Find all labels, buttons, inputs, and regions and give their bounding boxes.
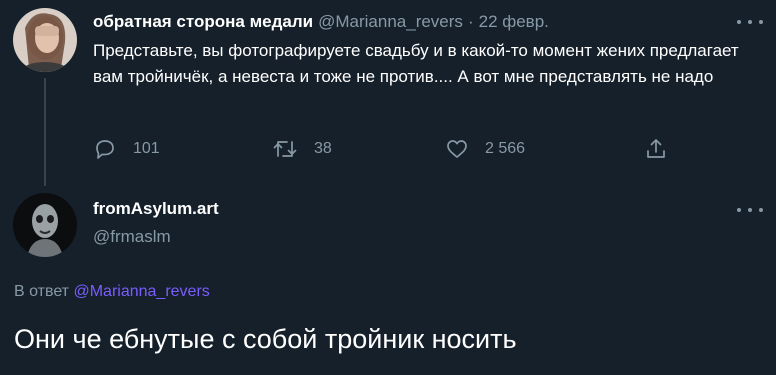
- thread-line: [44, 78, 46, 186]
- reply-icon: [96, 140, 114, 159]
- reply-context: В ответ @Marianna_revers: [14, 283, 210, 301]
- author-name[interactable]: обратная сторона медали: [93, 12, 313, 32]
- share-icon: [647, 139, 665, 158]
- tweet-text: Представьте, вы фотографируете свадьбу и…: [93, 41, 739, 86]
- author-handle[interactable]: @Marianna_revers: [318, 12, 463, 32]
- avatar[interactable]: [13, 193, 77, 257]
- tweet-header: обратная сторона медали @Marianna_revers…: [93, 11, 549, 33]
- avatar[interactable]: [13, 8, 77, 72]
- tweet-date[interactable]: 22 февр.: [479, 12, 549, 32]
- reply-to-handle-link[interactable]: @Marianna_revers: [73, 283, 209, 300]
- author-name[interactable]: fromAsylum.art: [93, 199, 219, 219]
- retweet-count: 38: [314, 140, 332, 157]
- share-button[interactable]: [644, 136, 684, 162]
- reply-count: 101: [133, 140, 160, 157]
- more-icon[interactable]: [737, 203, 763, 217]
- like-button[interactable]: 2 566: [445, 136, 525, 162]
- tweet-text: Они че ебнутые с собой тройник носить: [14, 324, 517, 354]
- like-icon: [447, 140, 467, 158]
- retweet-button[interactable]: 38: [272, 136, 332, 162]
- like-count: 2 566: [485, 140, 526, 157]
- reply-button[interactable]: 101: [93, 136, 160, 162]
- author-handle[interactable]: @frmaslm: [93, 227, 171, 247]
- separator-dot: ·: [467, 12, 474, 31]
- reply-prefix: В ответ: [14, 283, 70, 300]
- more-icon[interactable]: [737, 15, 763, 29]
- retweet-icon: [273, 141, 297, 157]
